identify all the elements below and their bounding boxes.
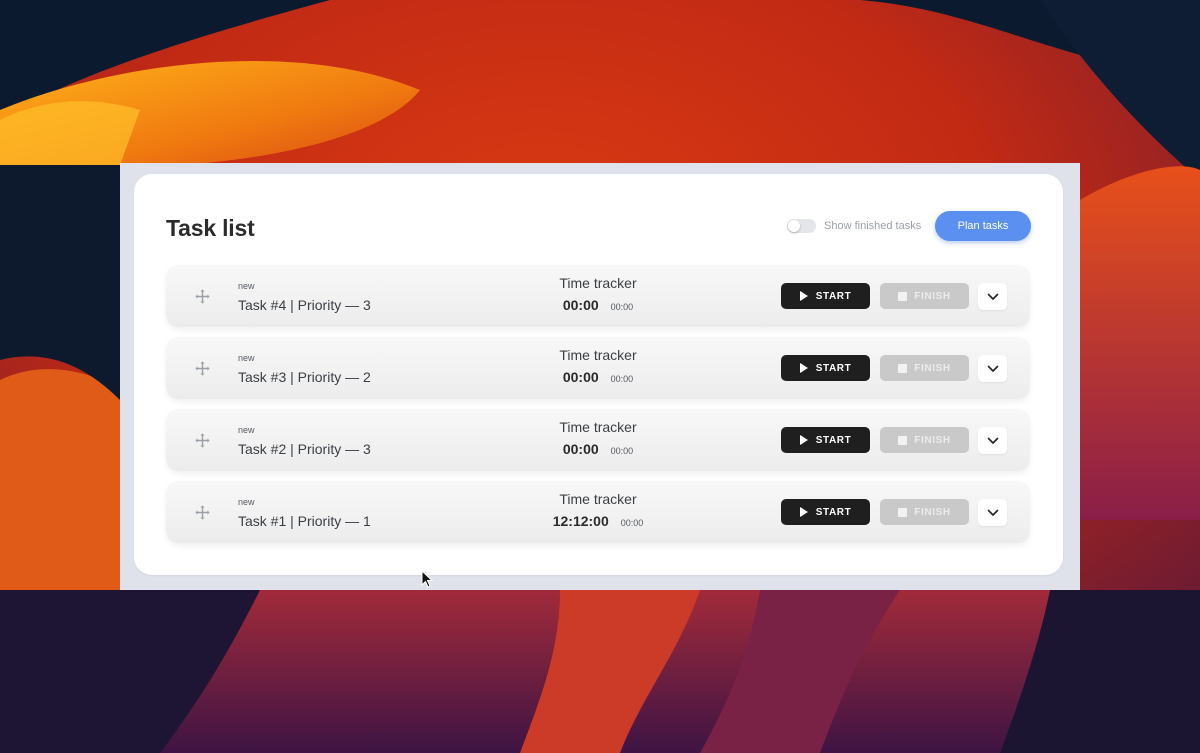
move-arrows-icon[interactable] [194,504,211,521]
expand-button[interactable] [978,427,1007,454]
chevron-down-icon [987,437,998,444]
start-button[interactable]: START [781,499,870,525]
play-icon [799,291,808,301]
desktop: Task list Show finished tasks Plan tasks… [0,0,1200,753]
task-status: new [238,281,255,291]
finish-button[interactable]: FINISH [880,499,969,525]
task-name: Task #3 | Priority — 2 [238,369,371,385]
tracked-time: 00:00 [562,441,599,457]
finish-button-label: FINISH [914,290,951,302]
expand-button[interactable] [978,283,1007,310]
stop-icon [898,291,908,301]
time-tracker-label: Time tracker [559,347,637,363]
start-button[interactable]: START [781,283,870,309]
task-row: new Task #1 | Priority — 1 Time tracker … [166,481,1030,543]
play-icon [799,507,808,517]
finish-button[interactable]: FINISH [880,355,969,381]
time-tracker-label: Time tracker [559,419,637,435]
show-finished-label: Show finished tasks [824,220,922,232]
chevron-down-icon [987,509,998,516]
session-time: 00:00 [610,374,634,384]
finish-button-label: FINISH [914,362,951,374]
finish-button[interactable]: FINISH [880,427,969,453]
finish-button-label: FINISH [914,506,951,518]
plan-tasks-button[interactable]: Plan tasks [935,211,1031,241]
task-name: Task #1 | Priority — 1 [238,513,371,529]
mouse-cursor-icon [421,570,433,588]
task-name: Task #2 | Priority — 3 [238,441,371,457]
start-button-label: START [815,362,852,374]
move-arrows-icon[interactable] [194,360,211,377]
time-tracker: Time tracker 00:00 00:00 [538,419,658,457]
session-time: 00:00 [610,302,634,312]
task-status: new [238,353,255,363]
task-row: new Task #2 | Priority — 3 Time tracker … [166,409,1030,471]
task-row: new Task #4 | Priority — 3 Time tracker … [166,265,1030,327]
expand-button[interactable] [978,355,1007,382]
page-title: Task list [166,215,255,241]
finish-button-label: FINISH [914,434,951,446]
time-tracker: Time tracker 00:00 00:00 [538,275,658,313]
play-icon [799,435,808,445]
task-status: new [238,497,255,507]
tracked-time: 12:12:00 [552,513,609,529]
task-row: new Task #3 | Priority — 2 Time tracker … [166,337,1030,399]
stop-icon [898,507,908,517]
finish-button[interactable]: FINISH [880,283,969,309]
time-tracker-label: Time tracker [559,275,637,291]
tracked-time: 00:00 [562,369,599,385]
chevron-down-icon [987,365,998,372]
stop-icon [898,363,908,373]
show-finished-toggle[interactable]: Show finished tasks [787,219,921,233]
time-tracker: Time tracker 00:00 00:00 [538,347,658,385]
session-time: 00:00 [610,446,634,456]
toggle-switch[interactable] [787,219,816,233]
app-window: Task list Show finished tasks Plan tasks… [120,163,1080,590]
expand-button[interactable] [978,499,1007,526]
time-tracker-label: Time tracker [559,491,637,507]
play-icon [799,363,808,373]
start-button[interactable]: START [781,355,870,381]
start-button[interactable]: START [781,427,870,453]
session-time: 00:00 [620,518,644,528]
task-status: new [238,425,255,435]
time-tracker: Time tracker 12:12:00 00:00 [538,491,658,529]
stop-icon [898,435,908,445]
move-arrows-icon[interactable] [194,432,211,449]
toggle-knob [788,220,800,232]
task-list-card: Task list Show finished tasks Plan tasks… [134,174,1063,575]
start-button-label: START [815,290,852,302]
start-button-label: START [815,506,852,518]
start-button-label: START [815,434,852,446]
move-arrows-icon[interactable] [194,288,211,305]
chevron-down-icon [987,293,998,300]
task-name: Task #4 | Priority — 3 [238,297,371,313]
tracked-time: 00:00 [562,297,599,313]
